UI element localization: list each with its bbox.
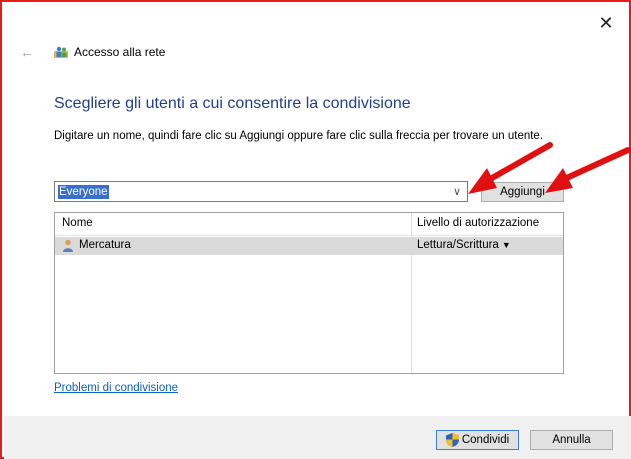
shield-icon xyxy=(445,433,459,447)
window-title: Accesso alla rete xyxy=(74,45,166,59)
dialog-footer: Condividi Annulla xyxy=(4,416,631,459)
instruction-text: Digitare un nome, quindi fare clic su Ag… xyxy=(54,130,544,142)
header-divider xyxy=(55,235,563,236)
share-button-label: Condividi xyxy=(461,434,510,446)
sharing-problems-link[interactable]: Problemi di condivisione xyxy=(54,382,178,394)
add-button[interactable]: Aggiungi xyxy=(481,182,564,202)
permission-dropdown[interactable]: Lettura/Scrittura ▼ xyxy=(417,239,511,251)
user-combo-box[interactable]: Everyone ∨ xyxy=(54,181,468,202)
dialog-window: ✕ ← Accesso alla rete Scegliere gli uten… xyxy=(0,0,631,459)
user-icon xyxy=(62,239,74,252)
column-header-name[interactable]: Nome xyxy=(62,217,93,229)
cancel-button[interactable]: Annulla xyxy=(530,430,613,450)
window-title-bar: Accesso alla rete xyxy=(54,45,165,59)
permission-value: Lettura/Scrittura xyxy=(417,239,499,251)
column-header-permission[interactable]: Livello di autorizzazione xyxy=(417,217,539,229)
dropdown-arrow-icon[interactable]: ▼ xyxy=(502,240,511,250)
network-users-icon xyxy=(54,46,68,58)
close-button[interactable]: ✕ xyxy=(595,12,617,34)
users-table: Nome Livello di autorizzazione Mercatura… xyxy=(54,212,564,374)
table-row[interactable]: Mercatura Lettura/Scrittura ▼ xyxy=(55,237,563,255)
back-arrow-icon[interactable]: ← xyxy=(20,44,34,60)
share-button[interactable]: Condividi xyxy=(436,430,519,450)
combo-selected-value[interactable]: Everyone xyxy=(58,185,109,199)
chevron-down-icon[interactable]: ∨ xyxy=(449,182,465,201)
user-name: Mercatura xyxy=(79,239,131,251)
page-heading: Scegliere gli utenti a cui consentire la… xyxy=(54,95,411,112)
